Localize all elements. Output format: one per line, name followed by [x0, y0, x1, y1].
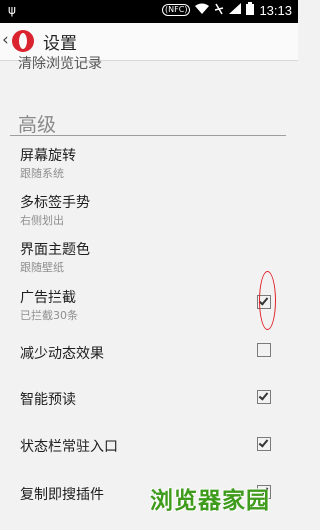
setting-label: 多标签手势: [20, 195, 90, 211]
status-icons: (NFC) 13:13: [162, 2, 292, 18]
no-sim-icon: [214, 3, 224, 18]
setting-screen-rotation[interactable]: 屏幕旋转 跟随系统: [0, 141, 298, 183]
setting-label: 广告拦截: [20, 290, 76, 306]
clear-history-item[interactable]: 清除浏览记录: [18, 53, 102, 73]
setting-tab-gesture[interactable]: 多标签手势 右侧划出: [0, 188, 298, 230]
setting-value: 跟随系统: [20, 167, 64, 180]
status-bar: ψ (NFC) 13:13: [0, 0, 298, 23]
setting-value: 右侧划出: [20, 214, 64, 227]
setting-label: 智能预读: [20, 392, 76, 408]
section-divider: [10, 135, 286, 136]
clock: 13:13: [259, 2, 292, 18]
reduce-motion-checkbox[interactable]: [257, 343, 271, 357]
setting-label: 屏幕旋转: [20, 148, 76, 164]
setting-reduce-motion[interactable]: 减少动态效果: [0, 338, 298, 368]
annotation-circle: [259, 271, 276, 330]
section-header-advanced: 高级: [18, 114, 57, 136]
check-icon: [258, 437, 269, 448]
nfc-indicator: (NFC): [162, 4, 191, 16]
setting-ad-block[interactable]: 广告拦截 已拦截30条: [0, 283, 298, 325]
watermark: 浏览器家园: [150, 488, 270, 514]
setting-smart-preload[interactable]: 智能预读: [0, 386, 298, 416]
opera-logo-icon[interactable]: [12, 30, 34, 52]
page-title: 设置: [43, 34, 77, 54]
setting-statusbar-entry[interactable]: 状态栏常驻入口: [0, 433, 298, 463]
setting-label: 状态栏常驻入口: [20, 439, 118, 455]
setting-theme-color[interactable]: 界面主题色 跟随壁纸: [0, 235, 298, 277]
chevron-left-icon[interactable]: ‹: [2, 30, 9, 50]
signal-icon: [229, 3, 242, 17]
statusbar-entry-checkbox[interactable]: [257, 437, 271, 451]
setting-label: 界面主题色: [20, 242, 90, 258]
setting-label: 复制即搜插件: [20, 487, 104, 503]
setting-value: 已拦截30条: [20, 309, 78, 322]
smart-preload-checkbox[interactable]: [257, 390, 271, 404]
usb-icon: ψ: [8, 3, 16, 17]
check-icon: [258, 390, 269, 401]
setting-value: 跟随壁纸: [20, 261, 64, 274]
wifi-icon: [195, 3, 210, 17]
battery-icon: [246, 2, 255, 18]
setting-label: 减少动态效果: [20, 346, 104, 362]
